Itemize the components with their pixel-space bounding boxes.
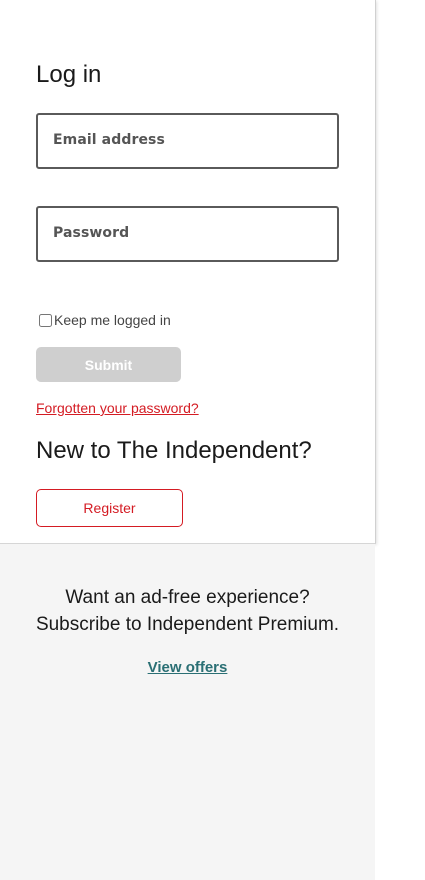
email-field-label: Email address xyxy=(53,132,165,148)
page: Log in Email address Password Keep me lo… xyxy=(0,0,425,880)
keep-logged-in-checkbox[interactable] xyxy=(39,313,52,327)
signup-title: New to The Independent? xyxy=(36,437,312,464)
login-title: Log in xyxy=(36,61,102,88)
email-field[interactable]: Email address xyxy=(36,113,339,169)
promo-text: Want an ad-free experience? Subscribe to… xyxy=(0,584,375,638)
keep-logged-in-label: Keep me logged in xyxy=(54,312,171,328)
submit-button[interactable]: Submit xyxy=(36,347,181,382)
register-button[interactable]: Register xyxy=(36,489,183,527)
keep-logged-in[interactable]: Keep me logged in xyxy=(38,312,171,328)
forgot-password-link[interactable]: Forgotten your password? xyxy=(36,400,199,416)
password-field[interactable]: Password xyxy=(36,206,339,262)
promo-line-2: Subscribe to Independent Premium. xyxy=(35,614,340,635)
login-panel: Log in Email address Password Keep me lo… xyxy=(0,0,376,544)
password-field-label: Password xyxy=(53,225,130,241)
view-offers-link[interactable]: View offers xyxy=(0,659,375,676)
promo-line-1: Want an ad-free experience? xyxy=(65,587,310,608)
